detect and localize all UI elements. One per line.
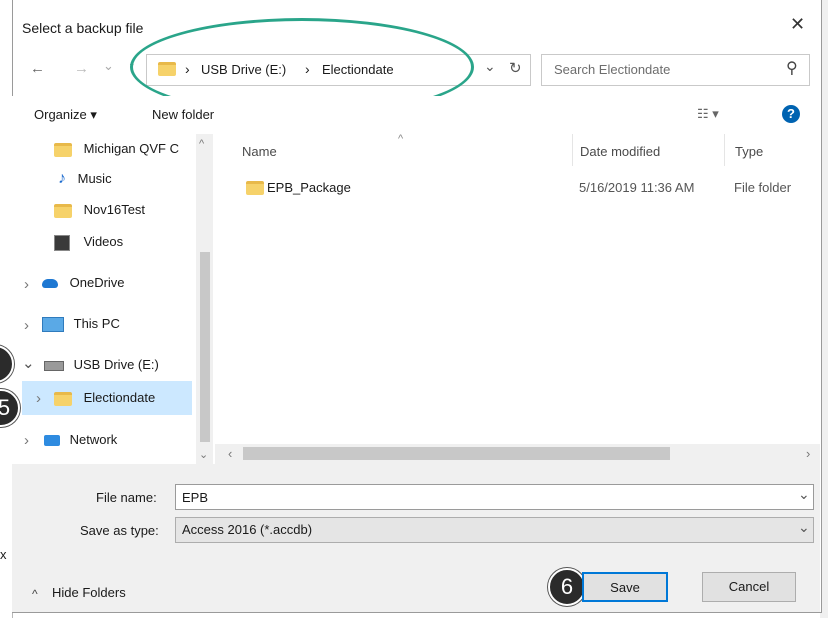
row-name: EPB_Package	[267, 180, 351, 195]
column-header-type[interactable]: Type	[735, 144, 763, 159]
sidebar-item-label: Michigan QVF C	[83, 141, 179, 156]
row-date: 5/16/2019 11:36 AM	[579, 180, 695, 195]
sidebar-item-label: USB Drive (E:)	[73, 357, 159, 372]
breadcrumb-separator: ›	[185, 61, 190, 77]
sort-indicator-icon: ^	[398, 133, 404, 145]
dialog-title: Select a backup file	[22, 20, 144, 36]
cancel-button[interactable]: Cancel	[702, 572, 796, 602]
scroll-down-icon[interactable]: ⌄	[199, 448, 208, 461]
save-button[interactable]: Save	[582, 572, 668, 602]
breadcrumb-usb-drive[interactable]: USB Drive (E:)	[201, 62, 286, 77]
sidebar-scroll-thumb[interactable]	[200, 252, 210, 442]
sidebar-item-videos[interactable]: Videos	[54, 227, 123, 257]
expand-chevron-icon[interactable]: ⌄	[22, 354, 35, 372]
network-icon	[44, 435, 60, 447]
sidebar-item-usb-drive[interactable]: USB Drive (E:)	[44, 350, 159, 380]
column-divider	[724, 134, 725, 166]
sidebar-item-onedrive[interactable]: OneDrive	[42, 268, 125, 298]
folder-icon	[246, 181, 264, 195]
expand-chevron-icon[interactable]: ›	[36, 390, 41, 407]
new-folder-button[interactable]: New folder	[152, 107, 214, 122]
sidebar-item-michigan-qvf[interactable]: Michigan QVF C	[54, 134, 179, 164]
folder-icon	[54, 203, 72, 218]
music-note-icon: ♪	[58, 170, 66, 187]
save-as-type-label: Save as type:	[80, 523, 159, 538]
expand-chevron-icon[interactable]: ›	[24, 432, 29, 449]
column-divider	[572, 134, 573, 166]
column-header-name[interactable]: Name	[242, 144, 277, 159]
search-icon: ⚲	[786, 60, 798, 77]
scroll-left-icon[interactable]: ‹	[228, 446, 232, 461]
folder-icon	[54, 391, 72, 406]
close-icon[interactable]: ✕	[790, 14, 805, 35]
folder-icon	[158, 62, 176, 76]
save-as-type-dropdown-icon[interactable]: ⌄	[798, 519, 810, 536]
row-type: File folder	[734, 180, 792, 195]
horizontal-scroll-thumb[interactable]	[243, 447, 670, 460]
sidebar-item-label: OneDrive	[69, 275, 125, 290]
table-row[interactable]: EPB_Package 5/16/2019 11:36 AM File fold…	[236, 176, 816, 200]
scroll-up-icon[interactable]: ^	[199, 138, 204, 150]
back-arrow-icon[interactable]: ←	[30, 60, 45, 77]
sidebar-item-label: Music	[77, 171, 112, 186]
file-name-label: File name:	[96, 490, 157, 505]
folder-icon	[54, 142, 72, 157]
monitor-icon	[42, 317, 64, 333]
cloud-icon	[42, 279, 58, 289]
up-arrow-icon[interactable]: ↑	[128, 58, 136, 75]
help-icon[interactable]: ?	[782, 105, 800, 123]
refresh-icon[interactable]: ↻	[509, 59, 522, 77]
sidebar-item-electiondate[interactable]: Electiondate	[54, 383, 155, 413]
sidebar-item-this-pc[interactable]: This PC	[42, 309, 120, 339]
hide-folders-button[interactable]: Hide Folders	[52, 585, 126, 600]
column-header-date-modified[interactable]: Date modified	[580, 144, 660, 159]
recent-locations-icon[interactable]: ⌄	[103, 58, 114, 74]
address-dropdown-icon[interactable]: ⌄	[484, 58, 496, 75]
sidebar-item-nov16test[interactable]: Nov16Test	[54, 195, 145, 225]
organize-button[interactable]: Organize ▾	[34, 107, 97, 123]
search-input[interactable]: Search Electiondate	[554, 62, 670, 77]
scroll-right-icon[interactable]: ›	[806, 446, 810, 461]
expand-chevron-icon[interactable]: ›	[24, 317, 29, 334]
forward-arrow-icon[interactable]: →	[74, 60, 89, 77]
breadcrumb-separator: ›	[305, 61, 310, 77]
sidebar-item-music[interactable]: ♪ Music	[58, 164, 112, 194]
save-as-type-select[interactable]: Access 2016 (*.accdb)	[175, 517, 814, 543]
sidebar-item-label: Electiondate	[83, 390, 156, 405]
expand-chevron-icon[interactable]: ›	[24, 276, 29, 293]
sidebar-item-label: Network	[69, 432, 118, 447]
usb-drive-icon	[44, 360, 64, 371]
view-options-icon[interactable]: ☷ ▾	[697, 106, 719, 122]
hide-folders-caret-icon[interactable]: ^	[32, 587, 38, 601]
sidebar-item-label: This PC	[73, 316, 120, 331]
sidebar-item-label: Videos	[83, 234, 124, 249]
sidebar-item-network[interactable]: Network	[44, 425, 117, 455]
step-6-callout: 6	[548, 568, 586, 606]
breadcrumb-electiondate[interactable]: Electiondate	[322, 62, 394, 77]
sidebar-item-label: Nov16Test	[83, 202, 146, 217]
file-name-input[interactable]: EPB	[175, 484, 814, 510]
file-name-dropdown-icon[interactable]: ⌄	[798, 486, 810, 503]
background-close-glyph: x	[0, 547, 7, 562]
film-icon	[54, 234, 70, 251]
